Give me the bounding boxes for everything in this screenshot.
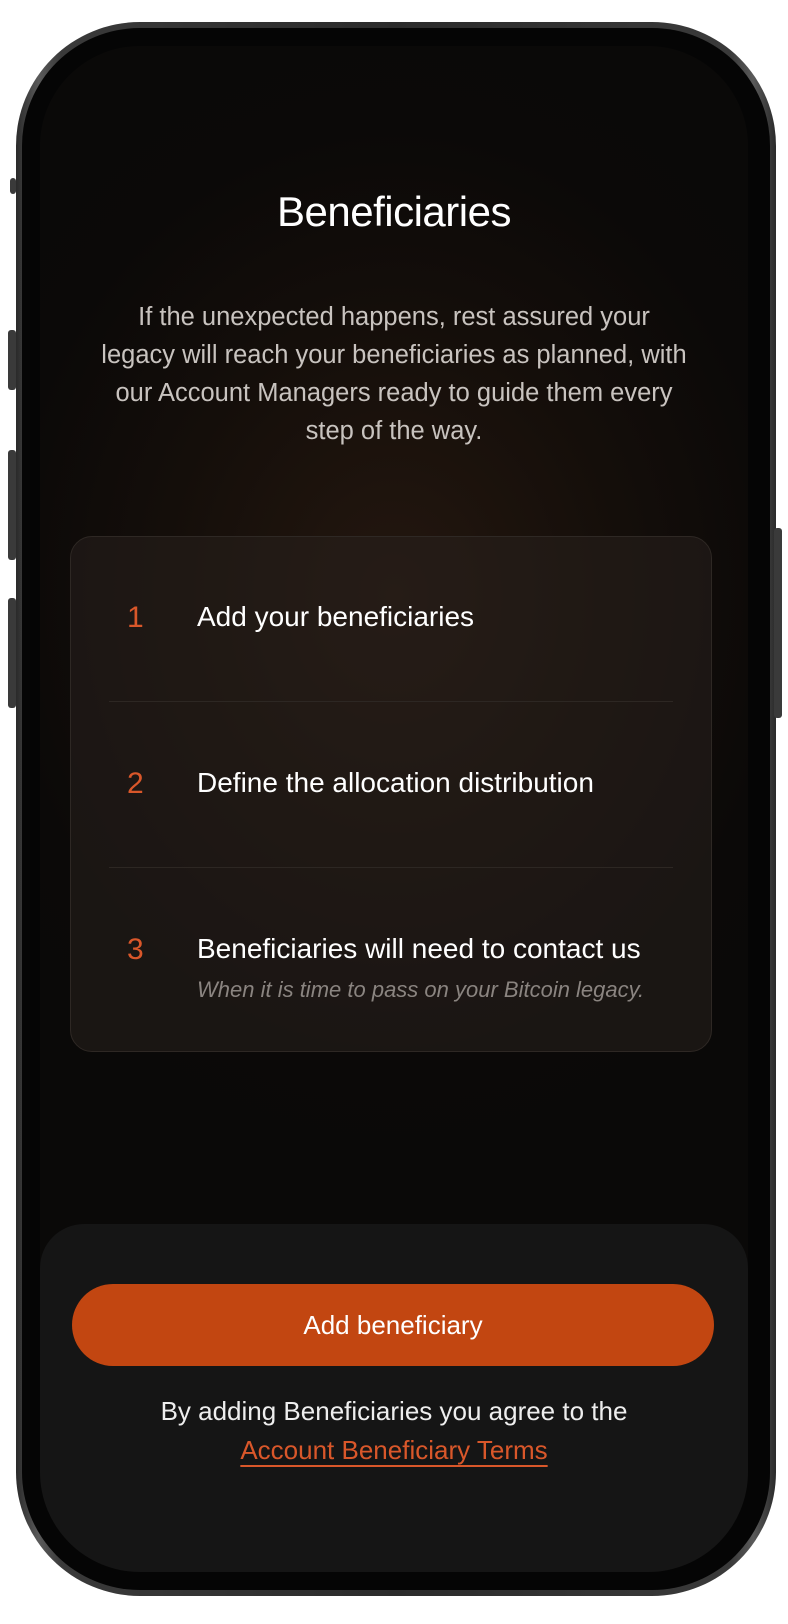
terms-link[interactable]: Account Beneficiary Terms <box>240 1435 547 1465</box>
step-number: 1 <box>127 601 144 634</box>
volume-down-button <box>8 450 16 560</box>
add-beneficiary-button[interactable]: Add beneficiary <box>72 1284 714 1366</box>
step-label: Beneficiaries will need to contact us <box>197 933 641 964</box>
volume-up-button <box>8 330 16 390</box>
app-screen: Beneficiaries If the unexpected happens,… <box>40 46 748 1572</box>
bottom-action-sheet: Add beneficiary By adding Beneficiaries … <box>40 1224 748 1572</box>
step-label: Define the allocation distribution <box>197 767 594 798</box>
intro-text: If the unexpected happens, rest assured … <box>101 303 687 445</box>
mute-switch <box>10 178 16 194</box>
volume-button-lower <box>8 598 16 708</box>
step-label: Add your beneficiaries <box>197 601 475 632</box>
page-title: Beneficiaries <box>277 188 511 235</box>
step-number: 2 <box>127 767 144 800</box>
power-button <box>774 528 782 718</box>
step-divider <box>109 867 673 868</box>
steps-card: 1 Add your beneficiaries 2 Define the al… <box>70 536 712 1052</box>
step-sublabel: When it is time to pass on your Bitcoin … <box>197 977 645 1002</box>
terms-notice: By adding Beneficiaries you agree to the… <box>40 1392 748 1470</box>
step-number: 3 <box>127 933 144 966</box>
step-divider <box>109 701 673 702</box>
terms-prefix: By adding Beneficiaries you agree to the <box>160 1396 628 1426</box>
